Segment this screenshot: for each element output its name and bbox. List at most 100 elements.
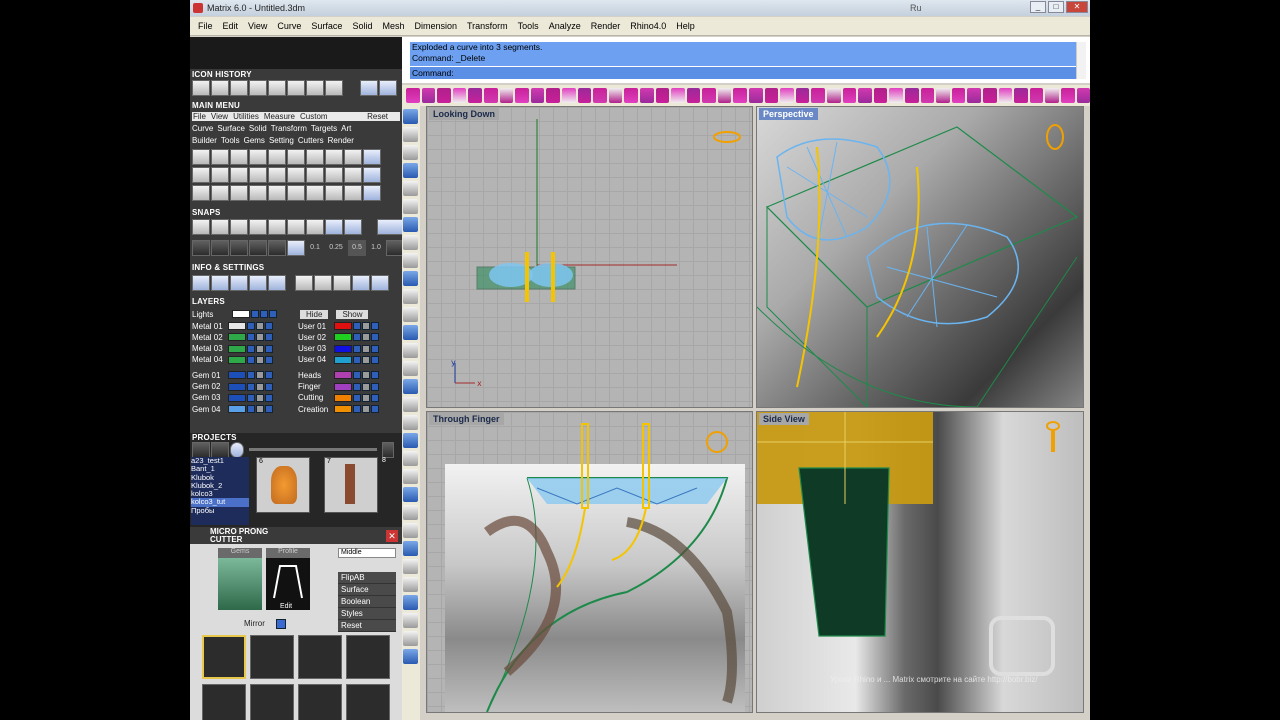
layer-toggle[interactable]: [371, 344, 379, 353]
layer-toggle[interactable]: [353, 355, 361, 364]
history-tool-icon[interactable]: [192, 80, 210, 96]
viewport-side-view[interactable]: Side View: [756, 411, 1084, 713]
sidebar-tool-icon[interactable]: [403, 361, 418, 376]
layer-toggle[interactable]: [371, 322, 379, 330]
tool-icon[interactable]: [306, 167, 324, 183]
line-tool-icon[interactable]: [192, 149, 210, 165]
option-surface[interactable]: Surface: [338, 584, 396, 596]
toolbar-tool-icon[interactable]: [530, 88, 545, 103]
layer-toggle[interactable]: [265, 371, 273, 380]
history-tool-icon[interactable]: [268, 80, 286, 96]
toolbar-tool-icon[interactable]: [437, 88, 451, 103]
toolbar-tool-icon[interactable]: [1076, 88, 1090, 103]
close-icon[interactable]: ✕: [386, 530, 398, 542]
tool-icon[interactable]: [192, 167, 210, 183]
grid-icon[interactable]: [249, 240, 267, 256]
toolbar-tool-icon[interactable]: [998, 88, 1013, 103]
layer-color-swatch[interactable]: [334, 371, 352, 380]
toolbar-tool-icon[interactable]: [515, 88, 529, 103]
layer-toggle[interactable]: [362, 382, 370, 391]
sidebar-tool-icon[interactable]: [403, 145, 418, 160]
menu-render[interactable]: Render: [591, 21, 621, 31]
viewport-through-finger[interactable]: Through Finger: [426, 411, 753, 713]
layer-toggle[interactable]: [362, 405, 370, 414]
layer-color-swatch[interactable]: [228, 333, 246, 342]
layer-row[interactable]: Cutting: [298, 393, 380, 403]
command-scrollbar[interactable]: [1076, 42, 1086, 79]
layer-toggle[interactable]: [265, 405, 273, 414]
sidebar-tool-icon[interactable]: [403, 415, 418, 430]
viewport-label-active[interactable]: Perspective: [759, 108, 818, 120]
toolbar-tool-icon[interactable]: [811, 88, 826, 103]
prong-style-button[interactable]: [202, 684, 246, 720]
snap-icon[interactable]: [192, 219, 210, 235]
layer-toggle[interactable]: [371, 371, 379, 380]
toolbar-tool-icon[interactable]: [546, 88, 560, 103]
camera-icon[interactable]: [211, 442, 229, 458]
menu-mesh[interactable]: Mesh: [382, 21, 404, 31]
prong-style-button[interactable]: [298, 684, 342, 720]
viewport-perspective[interactable]: Perspective: [756, 106, 1084, 408]
grid-icon[interactable]: [192, 240, 210, 256]
lights-swatch[interactable]: [232, 310, 250, 318]
tool-icon[interactable]: [230, 185, 248, 201]
toolbar-tool-icon[interactable]: [749, 88, 763, 103]
layer-toggle[interactable]: [247, 405, 255, 414]
sidebar-tool-icon[interactable]: [403, 163, 418, 178]
toolbar-tool-icon[interactable]: [483, 88, 498, 103]
layer-toggle[interactable]: [265, 355, 273, 364]
layer-row[interactable]: Finger: [298, 382, 380, 392]
sidebar-tool-icon[interactable]: [403, 451, 418, 466]
command-line[interactable]: Command:: [410, 67, 1076, 79]
layer-row[interactable]: Metal 03: [192, 344, 274, 354]
layer-color-swatch[interactable]: [334, 333, 352, 342]
layer-toggle[interactable]: [269, 310, 277, 318]
snap-icon[interactable]: [325, 219, 343, 235]
sidebar-tool-icon[interactable]: [403, 433, 418, 448]
camera-icon[interactable]: [192, 442, 210, 458]
sidebar-tool-icon[interactable]: [403, 127, 418, 142]
sidebar-tool-icon[interactable]: [403, 595, 418, 610]
layer-toggle[interactable]: [247, 333, 255, 342]
sidebar-tool-icon[interactable]: [403, 541, 418, 556]
tool-icon[interactable]: [344, 185, 362, 201]
polyline-tool-icon[interactable]: [211, 149, 229, 165]
sidebar-tool-icon[interactable]: [403, 559, 418, 574]
toolbar-tool-icon[interactable]: [608, 88, 623, 103]
layer-row[interactable]: Metal 01: [192, 321, 274, 331]
layer-toggle[interactable]: [256, 344, 264, 353]
category-curve[interactable]: Curve: [192, 124, 213, 133]
sidebar-tool-icon[interactable]: [403, 343, 418, 358]
viewport-label[interactable]: Looking Down: [429, 108, 499, 120]
tab-view[interactable]: View: [211, 112, 228, 121]
tool-icon[interactable]: [287, 185, 305, 201]
toolbar-tool-icon[interactable]: [920, 88, 935, 103]
layer-row[interactable]: Gem 01: [192, 370, 274, 380]
lock-icon[interactable]: [268, 167, 286, 183]
toolbar-tool-icon[interactable]: [421, 88, 436, 103]
settings-icon[interactable]: [371, 275, 389, 291]
settings-icon[interactable]: [333, 275, 351, 291]
maximize-icon[interactable]: □: [1048, 1, 1064, 13]
layer-toggle[interactable]: [371, 355, 379, 364]
layer-row[interactable]: Gem 02: [192, 382, 274, 392]
category-targets[interactable]: Targets: [311, 124, 337, 133]
snap-icon[interactable]: [230, 219, 248, 235]
category-tools[interactable]: Tools: [221, 136, 240, 145]
menu-surface[interactable]: Surface: [311, 21, 342, 31]
layer-toggle[interactable]: [353, 371, 361, 380]
grid-icon[interactable]: [386, 240, 402, 256]
move-icon[interactable]: [268, 185, 286, 201]
ellipse-tool-icon[interactable]: [287, 149, 305, 165]
layer-color-swatch[interactable]: [334, 322, 352, 330]
prong-style-button[interactable]: [298, 635, 342, 679]
layer-color-swatch[interactable]: [334, 405, 352, 414]
toolbar-tool-icon[interactable]: [655, 88, 670, 103]
settings-icon[interactable]: [295, 275, 313, 291]
option-boolean[interactable]: Boolean: [338, 596, 396, 608]
minimize-icon[interactable]: _: [1030, 1, 1046, 13]
toolbar-tool-icon[interactable]: [1060, 88, 1075, 103]
arc-tool-icon[interactable]: [325, 149, 343, 165]
mirror-checkbox[interactable]: [276, 619, 286, 629]
layer-row[interactable]: Metal 04: [192, 355, 274, 365]
